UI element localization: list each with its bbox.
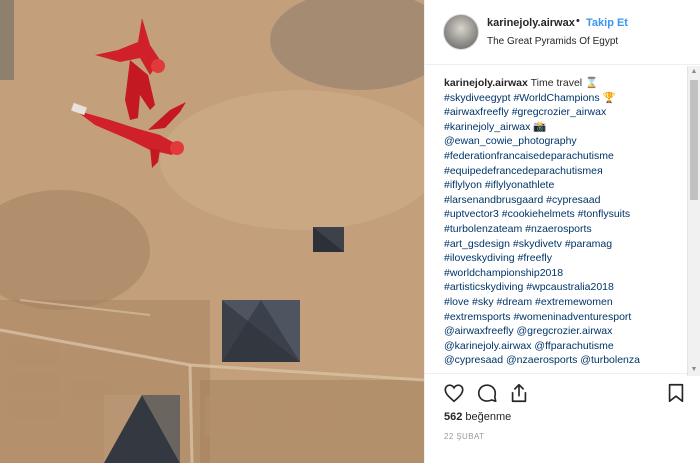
- post-caption: karinejoly.airwax Time travel ⌛ #skydive…: [444, 76, 688, 372]
- location-link[interactable]: The Great Pyramids Of Egypt: [487, 36, 618, 47]
- likes-count[interactable]: 562 beğenme: [444, 411, 511, 423]
- caption-line[interactable]: #uptvector3 #cookiehelmets #tonflysuits: [444, 207, 688, 222]
- caption-line[interactable]: @cypresaad @nzaerosports @turbolenza: [444, 353, 688, 368]
- header-username-link[interactable]: karinejoly.airwax: [487, 17, 575, 29]
- caption-line[interactable]: #turbolenzateam #nzaerosports: [444, 222, 688, 237]
- caption-first-line: karinejoly.airwax Time travel ⌛: [444, 76, 688, 91]
- comment-icon[interactable]: [476, 382, 498, 404]
- instagram-post: karinejoly.airwax • Takip Et The Great P…: [0, 0, 700, 463]
- caption-line[interactable]: #extremsports #womeninadventuresport: [444, 310, 688, 325]
- caption-line[interactable]: #larsenandbrusgaard #cypresaad: [444, 193, 688, 208]
- scroll-thumb[interactable]: [690, 80, 698, 200]
- caption-text: Time travel ⌛: [527, 77, 599, 89]
- caption-line[interactable]: #artisticskydiving #wpcaustralia2018: [444, 280, 688, 295]
- actions-divider: [425, 373, 687, 374]
- caption-line[interactable]: @ewan_cowie_photography: [444, 134, 688, 149]
- caption-line[interactable]: #art_gsdesign #skydivetv #paramag: [444, 237, 688, 252]
- caption-username-link[interactable]: karinejoly.airwax: [444, 77, 528, 89]
- bookmark-icon[interactable]: [665, 382, 687, 404]
- caption-line[interactable]: @airwaxfreefly @gregcrozier.airwax: [444, 324, 688, 339]
- post-photo[interactable]: [0, 0, 424, 463]
- aerial-pyramids-image: [0, 0, 424, 463]
- heart-icon[interactable]: [443, 382, 465, 404]
- caption-line[interactable]: #skydiveegypt #WorldChampions 🏆: [444, 91, 688, 106]
- caption-line[interactable]: #karinejoly_airwax 📸: [444, 120, 688, 135]
- follow-button[interactable]: Takip Et: [586, 17, 628, 29]
- caption-line[interactable]: #love #sky #dream #extremewomen: [444, 295, 688, 310]
- caption-line[interactable]: #iloveskydiving #freefly: [444, 251, 688, 266]
- scroll-down-arrow-icon[interactable]: ▼: [688, 364, 700, 376]
- post-header: karinejoly.airwax • Takip Et The Great P…: [425, 0, 700, 65]
- pyramid-bottom: [104, 395, 180, 463]
- caption-line[interactable]: #airwaxfreefly #gregcrozier_airwax: [444, 105, 688, 120]
- header-separator: •: [576, 15, 580, 27]
- caption-line[interactable]: @karinejoly.airwax @ffparachutisme: [444, 339, 688, 354]
- share-icon[interactable]: [508, 382, 530, 404]
- pyramid-large: [222, 300, 300, 362]
- post-details-panel: karinejoly.airwax • Takip Et The Great P…: [424, 0, 700, 463]
- scroll-up-arrow-icon[interactable]: ▲: [688, 66, 700, 78]
- caption-line[interactable]: #equipedefrancedeparachutismeя: [444, 164, 688, 179]
- post-actions: [443, 382, 689, 406]
- caption-scrollbar[interactable]: ▲ ▼: [687, 66, 700, 376]
- post-date[interactable]: 22 ŞUBAT: [444, 432, 484, 441]
- likes-number: 562: [444, 411, 463, 423]
- avatar[interactable]: [443, 14, 479, 50]
- caption-line[interactable]: #federationfrancaisedeparachutisme: [444, 149, 688, 164]
- caption-line[interactable]: #iflylyon #iflylyonathlete: [444, 178, 688, 193]
- likes-label: beğenme: [462, 411, 512, 423]
- caption-line[interactable]: #worldchampionship2018: [444, 266, 688, 281]
- pyramid-small: [313, 227, 344, 252]
